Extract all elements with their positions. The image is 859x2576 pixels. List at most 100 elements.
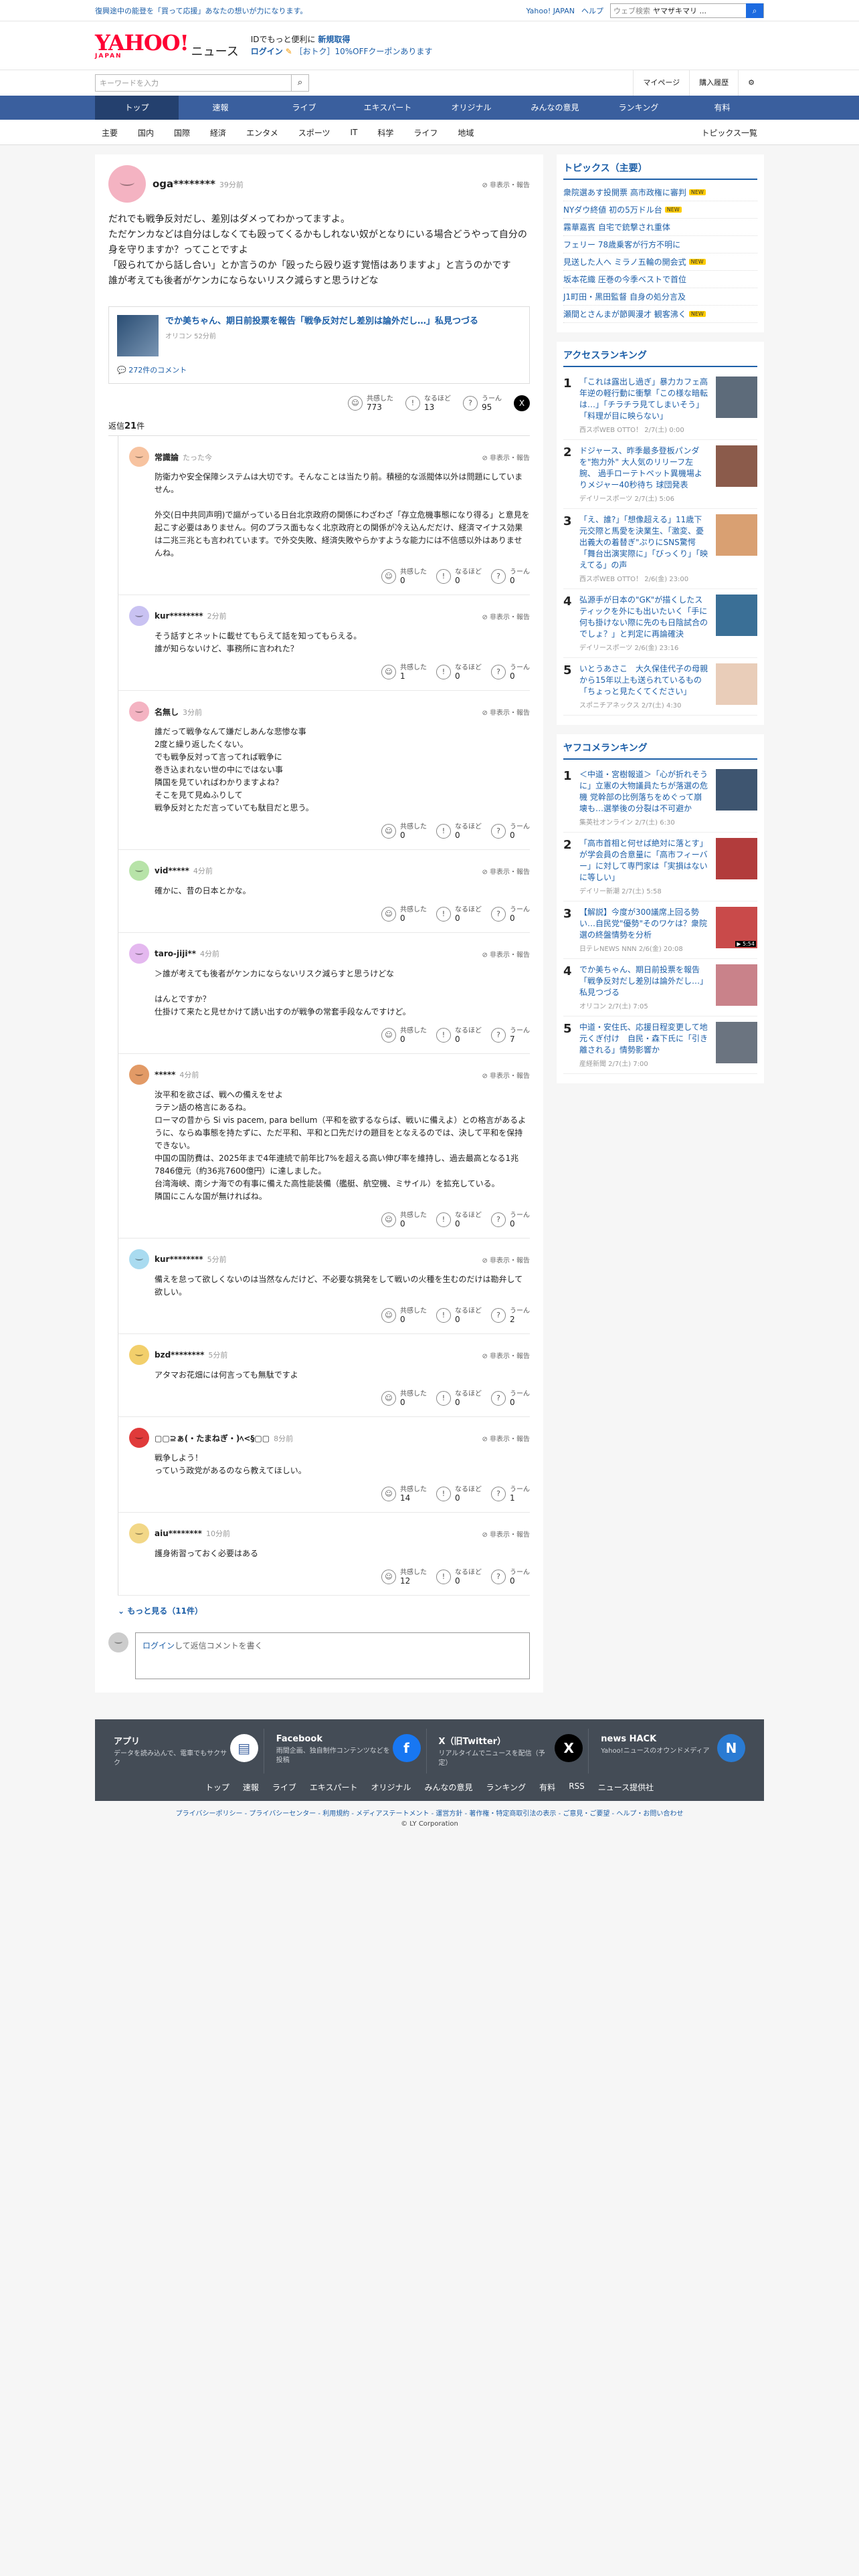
ranking-title[interactable]: 「これは露出し過ぎ」暴力カフェ高年逆の軽行動に衝撃「この様な暗転は…」「チラチラ… — [579, 377, 709, 422]
topic-title[interactable]: 瀬間とさんまが節興漫才 観客沸く — [563, 308, 686, 320]
facebook-icon[interactable]: f — [392, 1734, 421, 1762]
report-link[interactable]: ⊘ 非表示・報告 — [482, 1433, 530, 1443]
naruhodo-button[interactable]: ! なるほど 13 — [405, 395, 451, 412]
access-ranking-title[interactable]: アクセスランキング — [563, 348, 757, 367]
ranking-title[interactable]: ドジャース、昨季最多登板パンダを"抱力外" 大人気のリリーフ左腕、 過手ローテト… — [579, 445, 709, 491]
notice-link[interactable]: 復興途中の能登を「買って応援」あなたの想いが力になります。 — [95, 5, 307, 16]
ranking-title[interactable]: ＜中道・宮樹報道＞「心が折れそうに」立憲の大物議員たちが落選の危機 党幹部の比例… — [579, 769, 709, 815]
ranking-item[interactable]: 2 ドジャース、昨季最多登板パンダを"抱力外" 大人気のリリーフ左腕、 過手ローテ… — [563, 440, 757, 509]
yahoo-japan-link[interactable]: Yahoo! JAPAN — [526, 7, 575, 15]
footer-link[interactable]: 有料 — [539, 1782, 555, 1793]
footer-block[interactable]: Facebook 雨間企画、独自制作コンテンツなどを投稿 f — [271, 1729, 427, 1774]
x-icon[interactable]: X — [555, 1734, 583, 1762]
report-link[interactable]: ⊘ 非表示・報告 — [482, 1255, 530, 1265]
ranking-title[interactable]: 「え、誰?」「想像超える」11歳下元交際と馬愛を決業生、「激変、憂出義大の着替ぎ… — [579, 514, 709, 571]
logo[interactable]: YAHOO! JAPAN ニュース — [95, 32, 239, 60]
reply-user[interactable]: ▢▢⊇ぁ(・たまねぎ・)ﾍ<§▢▢ 8分前 — [155, 1432, 293, 1444]
subnav-sports[interactable]: スポーツ — [288, 127, 341, 138]
search-icon[interactable]: ⌕ — [291, 75, 308, 91]
naruhodo-button[interactable]: ! なるほど 0 — [436, 1307, 482, 1324]
search-input[interactable]: キーワードを入力 — [96, 78, 291, 88]
subnav-main[interactable]: 主要 — [95, 127, 128, 138]
empathize-button[interactable]: ☺ 共感した 0 — [381, 905, 427, 923]
topic-item[interactable]: 衆院選あす投開票 高市政権に審判 NEW — [563, 184, 757, 201]
subnav-science[interactable]: 科学 — [367, 127, 403, 138]
footer-link[interactable]: ライブ — [272, 1782, 296, 1793]
topics-title[interactable]: トピックス（主要） — [563, 161, 757, 180]
hmm-button[interactable]: ? うーん 1 — [491, 1485, 530, 1503]
topic-title[interactable]: 霧華嘉賓 自宅で銃撃され重体 — [563, 221, 670, 233]
footer-link[interactable]: エキスパート — [310, 1782, 358, 1793]
footer-link[interactable]: 速報 — [243, 1782, 259, 1793]
naruhodo-button[interactable]: ! なるほど 0 — [436, 1211, 482, 1228]
footer-block[interactable]: アプリ データを読み込んで、電車でもサクサク ▤ — [108, 1729, 264, 1774]
hmm-button[interactable]: ? うーん 0 — [491, 568, 530, 585]
footer-link[interactable]: オリジナル — [371, 1782, 411, 1793]
hmm-button[interactable]: ? うーん 0 — [491, 1211, 530, 1228]
coupon-link[interactable]: ［おトク］10%OFFクーポンあります — [295, 47, 433, 56]
footer-link[interactable]: みんなの意見 — [425, 1782, 473, 1793]
report-link[interactable]: ⊘ 非表示・報告 — [482, 949, 530, 959]
report-link[interactable]: ⊘ 非表示・報告 — [482, 866, 530, 876]
reply-user[interactable]: ***** 4分前 — [155, 1069, 199, 1080]
purchase-history-link[interactable]: 購入履歴 — [689, 70, 738, 96]
topic-title[interactable]: NYダウ終値 初の5万ドル台 — [563, 204, 662, 215]
web-search-input[interactable]: ヤマザキマリ ... — [653, 5, 746, 16]
yahoo-comment-ranking-title[interactable]: ヤフコメランキング — [563, 741, 757, 760]
empathize-button[interactable]: ☺ 共感した 0 — [381, 1211, 427, 1228]
tab-paid[interactable]: 有料 — [680, 96, 764, 120]
reply-user[interactable]: aiu******** 10分前 — [155, 1528, 230, 1539]
topic-item[interactable]: J1町田・黒田監督 自身の処分言及 — [563, 288, 757, 306]
gear-icon[interactable]: ⚙ — [738, 70, 764, 96]
naruhodo-button[interactable]: ! なるほど 0 — [436, 1568, 482, 1586]
report-link[interactable]: ⊘ 非表示・報告 — [482, 179, 530, 189]
empathize-button[interactable]: ☺ 共感した 0 — [381, 823, 427, 840]
app-icon[interactable]: ▤ — [229, 1734, 258, 1762]
reply-user[interactable]: vid***** 4分前 — [155, 865, 213, 876]
reply-user[interactable]: 名無し 3分前 — [155, 706, 202, 718]
subnav-local[interactable]: 地域 — [448, 127, 484, 138]
ranking-title[interactable]: でか美ちゃん、期日前投票を報告「戦争反対だし差別は論外だし…」私見つづる — [579, 964, 709, 998]
news-search[interactable]: キーワードを入力 ⌕ — [95, 74, 309, 92]
empathize-button[interactable]: ☺ 共感した 0 — [381, 1390, 427, 1407]
reply-user[interactable]: kur******** 2分前 — [155, 611, 227, 621]
naruhodo-button[interactable]: ! なるほど 0 — [436, 823, 482, 840]
newshack-icon[interactable]: N — [717, 1734, 745, 1762]
naruhodo-button[interactable]: ! なるほど 0 — [436, 905, 482, 923]
footer-link[interactable]: ニュース提供社 — [598, 1782, 654, 1793]
ranking-item[interactable]: 1 ＜中道・宮樹報道＞「心が折れそうに」立憲の大物議員たちが落選の危機 党幹部の比… — [563, 764, 757, 833]
empathize-button[interactable]: ☺ 共感した 1 — [381, 663, 427, 681]
report-link[interactable]: ⊘ 非表示・報告 — [482, 707, 530, 717]
subnav-life[interactable]: ライフ — [403, 127, 448, 138]
subnav-domestic[interactable]: 国内 — [128, 127, 164, 138]
show-more-button[interactable]: ⌄ もっと見る（11件） — [118, 1605, 530, 1616]
naruhodo-button[interactable]: ! なるほど 0 — [436, 568, 482, 585]
topics-all-link[interactable]: トピックス一覧 — [701, 127, 764, 138]
hmm-button[interactable]: ? うーん 0 — [491, 823, 530, 840]
hmm-button[interactable]: ? うーん 0 — [491, 905, 530, 923]
topic-title[interactable]: 衆院選あす投開票 高市政権に審判 — [563, 187, 686, 198]
reply-input[interactable]: ログインして返信コメントを書く — [135, 1632, 530, 1679]
ranking-item[interactable]: 4 弘源手が日本の"GK"が描くしたスティックを外にも出いたいく「手に何も掛けない… — [563, 589, 757, 658]
hmm-button[interactable]: ? うーん 2 — [491, 1307, 530, 1324]
help-link[interactable]: ヘルプ — [581, 5, 603, 16]
subnav-it[interactable]: IT — [340, 128, 367, 137]
empathize-button[interactable]: ☺ 共感した 773 — [348, 395, 393, 412]
ranking-title[interactable]: 【解説】今度が300議席上回る勢い…自民党"優勢"そのワケは？衆院選の終盤情勢を… — [579, 907, 709, 941]
article-comments-link[interactable]: 💬 272件のコメント — [117, 364, 521, 375]
ranking-item[interactable]: 5 いとうあさこ 大久保佳代子の母親から15年以上も送られているもの「ちょっと見た… — [563, 658, 757, 716]
footer-link[interactable]: RSS — [569, 1782, 585, 1793]
report-link[interactable]: ⊘ 非表示・報告 — [482, 1529, 530, 1539]
naruhodo-button[interactable]: ! なるほど 0 — [436, 663, 482, 681]
hmm-button[interactable]: ? うーん 0 — [491, 1568, 530, 1586]
report-link[interactable]: ⊘ 非表示・報告 — [482, 452, 530, 462]
report-link[interactable]: ⊘ 非表示・報告 — [482, 1350, 530, 1360]
tab-flash[interactable]: 速報 — [179, 96, 262, 120]
naruhodo-button[interactable]: ! なるほど 0 — [436, 1390, 482, 1407]
footer-block-title[interactable]: アプリ — [114, 1734, 230, 1747]
hmm-button[interactable]: ? うーん 0 — [491, 1390, 530, 1407]
topic-title[interactable]: フェリー 78歳乗客が行方不明に — [563, 239, 680, 250]
legal-text[interactable]: プライバシーポリシー - プライバシーセンター - 利用規約 - メディアステー… — [95, 1808, 764, 1818]
ranking-title[interactable]: 「高市首相と何せば絶対に落とす」が学会員の合意量に「高市フィーバー」に対して専門… — [579, 838, 709, 883]
ranking-title[interactable]: 中道・安住氏、応援日程変更して地元くぎ付け 自民・森下氏に「引き離される」情勢影… — [579, 1022, 709, 1056]
